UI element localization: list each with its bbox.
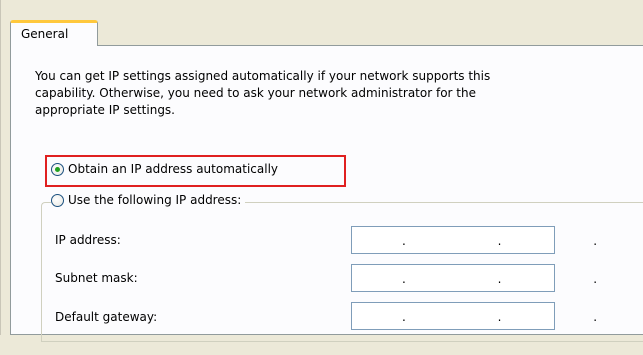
ip-address-label: IP address: bbox=[55, 233, 121, 247]
use-following-ip-radio[interactable]: Use the following IP address: bbox=[51, 193, 246, 207]
intro-description: You can get IP settings assigned automat… bbox=[35, 69, 491, 117]
radio-unselected-icon bbox=[51, 193, 64, 207]
default-gateway-dots: . . . bbox=[402, 310, 642, 324]
default-gateway-field[interactable]: . . . bbox=[351, 302, 597, 330]
ip-address-field[interactable]: . . . bbox=[351, 226, 597, 254]
default-gateway-label: Default gateway: bbox=[55, 310, 158, 324]
obtain-ip-automatically-label: Obtain an IP address automatically bbox=[68, 162, 279, 176]
tab-general[interactable]: General bbox=[10, 20, 98, 46]
use-following-ip-label: Use the following IP address: bbox=[68, 193, 242, 207]
subnet-mask-field[interactable]: . . . bbox=[351, 264, 597, 292]
ip-address-dots: . . . bbox=[402, 234, 642, 248]
obtain-ip-automatically-radio[interactable]: Obtain an IP address automatically bbox=[51, 162, 279, 176]
subnet-mask-dots: . . . bbox=[402, 272, 642, 286]
tab-general-label: General bbox=[21, 27, 69, 41]
tab-strip bbox=[10, 0, 643, 45]
general-tab-panel: You can get IP settings assigned automat… bbox=[10, 45, 643, 342]
radio-selected-icon bbox=[51, 162, 64, 176]
subnet-mask-label: Subnet mask: bbox=[55, 271, 138, 285]
